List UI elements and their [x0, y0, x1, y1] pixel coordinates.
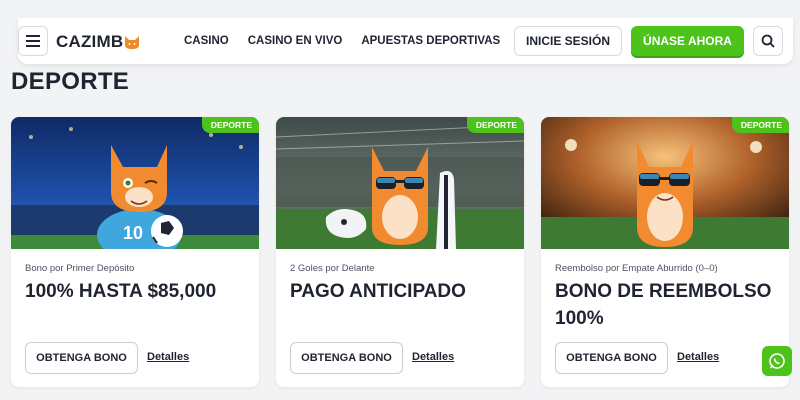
- cat-head-icon: [125, 35, 140, 49]
- promo-card: DEPORTE 2 Goles por Delante PAGO ANTICIP…: [276, 117, 524, 387]
- nav-casino-en-vivo[interactable]: CASINO EN VIVO: [248, 35, 343, 47]
- get-bonus-button[interactable]: OBTENGA BONO: [555, 342, 668, 374]
- search-icon: [761, 34, 775, 48]
- promo-card: 10 DEPORTE Bono por Primer Depósito 100%…: [11, 117, 259, 387]
- menu-button[interactable]: [18, 26, 48, 56]
- promo-image-cat-soccer-player: 10: [11, 117, 259, 249]
- whatsapp-icon: [769, 353, 785, 369]
- cat-stadium-image: [541, 117, 789, 249]
- cat-soccer-image: 10: [11, 117, 259, 249]
- promo-image-cat-gamer: [276, 117, 524, 249]
- details-link[interactable]: Detalles: [677, 351, 719, 363]
- promo-card: DEPORTE Reembolso por Empate Aburrido (0…: [541, 117, 789, 387]
- nav-casino[interactable]: CASINO: [184, 35, 229, 47]
- promo-title: BONO DE REEMBOLSO 100%: [555, 281, 772, 329]
- promo-subtitle: Bono por Primer Depósito: [25, 263, 135, 274]
- promo-subtitle: Reembolso por Empate Aburrido (0–0): [555, 263, 718, 274]
- category-badge: DEPORTE: [201, 117, 259, 133]
- logo-text: CAZIMB: [56, 32, 124, 51]
- get-bonus-button[interactable]: OBTENGA BONO: [290, 342, 403, 374]
- top-header: CAZIMB CASINO CASINO EN VIVO APUESTAS DE…: [18, 18, 793, 64]
- details-link[interactable]: Detalles: [147, 351, 189, 363]
- promo-image-cat-stadium: [541, 117, 789, 249]
- promo-title: 100% HASTA $85,000: [25, 281, 217, 302]
- svg-text:10: 10: [123, 223, 143, 243]
- category-badge: DEPORTE: [466, 117, 524, 133]
- hamburger-menu-icon: [26, 35, 40, 47]
- login-button[interactable]: INICIE SESIÓN: [514, 26, 622, 56]
- details-link[interactable]: Detalles: [412, 351, 454, 363]
- site-logo[interactable]: CAZIMB: [56, 32, 140, 52]
- promo-title: PAGO ANTICIPADO: [290, 281, 466, 302]
- join-button[interactable]: ÚNASE AHORA: [631, 26, 744, 56]
- main-nav: CASINO CASINO EN VIVO APUESTAS DEPORTIVA…: [184, 35, 500, 47]
- whatsapp-button[interactable]: [762, 346, 792, 376]
- cat-gamer-image: [276, 117, 524, 249]
- get-bonus-button[interactable]: OBTENGA BONO: [25, 342, 138, 374]
- nav-apuestas-deportivas[interactable]: APUESTAS DEPORTIVAS: [361, 35, 500, 47]
- section-title: DEPORTE: [11, 68, 130, 95]
- promo-subtitle: 2 Goles por Delante: [290, 263, 375, 274]
- search-button[interactable]: [753, 26, 783, 56]
- category-badge: DEPORTE: [731, 117, 789, 133]
